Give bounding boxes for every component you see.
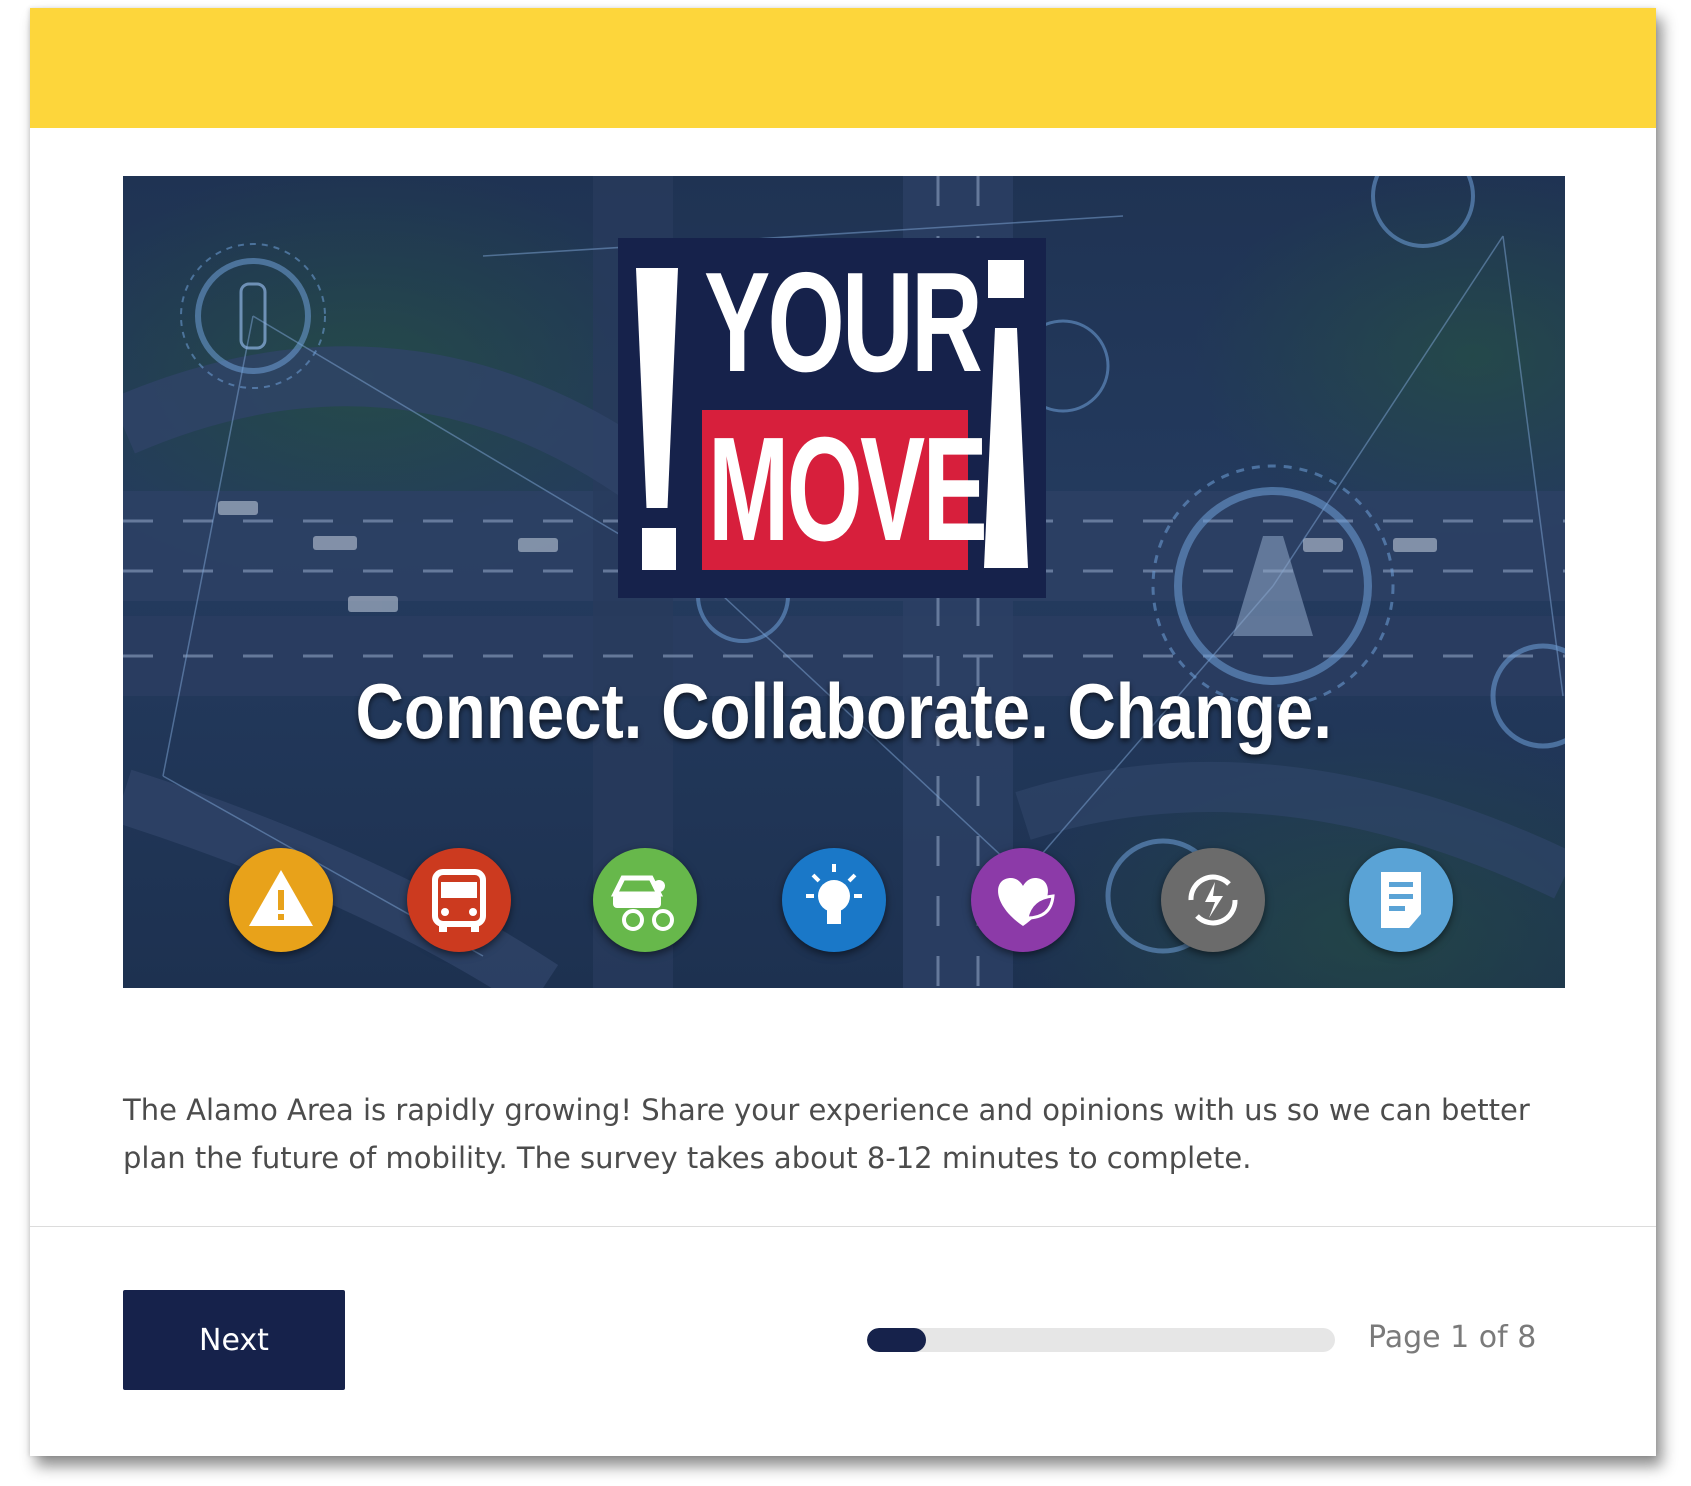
energy-cycle-icon	[1161, 848, 1265, 952]
logo-move-box: MOVE	[702, 410, 988, 570]
page-indicator: Page 1 of 8	[1368, 1320, 1537, 1355]
progress-bar	[867, 1328, 1335, 1352]
warning-icon	[229, 848, 333, 952]
your-move-logo: YOUR MOVE	[618, 238, 1046, 598]
banner-tagline: Connect. Collaborate. Change.	[355, 667, 1333, 755]
footer-divider	[30, 1226, 1656, 1227]
survey-card: YOUR MOVE Connect. Collaborate. Change.	[30, 8, 1656, 1456]
logo-word-move: MOVE	[708, 407, 988, 572]
document-icon	[1349, 848, 1453, 952]
header-bar	[30, 8, 1656, 128]
heart-leaf-icon	[971, 848, 1075, 952]
logo-word-your: YOUR	[704, 243, 983, 402]
next-button[interactable]: Next	[123, 1290, 345, 1390]
lightbulb-icon	[782, 848, 886, 952]
bus-icon	[407, 848, 511, 952]
banner-image: YOUR MOVE Connect. Collaborate. Change.	[123, 176, 1565, 988]
car-bike-icon	[593, 848, 697, 952]
progress-fill	[867, 1328, 926, 1352]
intro-text: The Alamo Area is rapidly growing! Share…	[123, 1093, 1530, 1175]
